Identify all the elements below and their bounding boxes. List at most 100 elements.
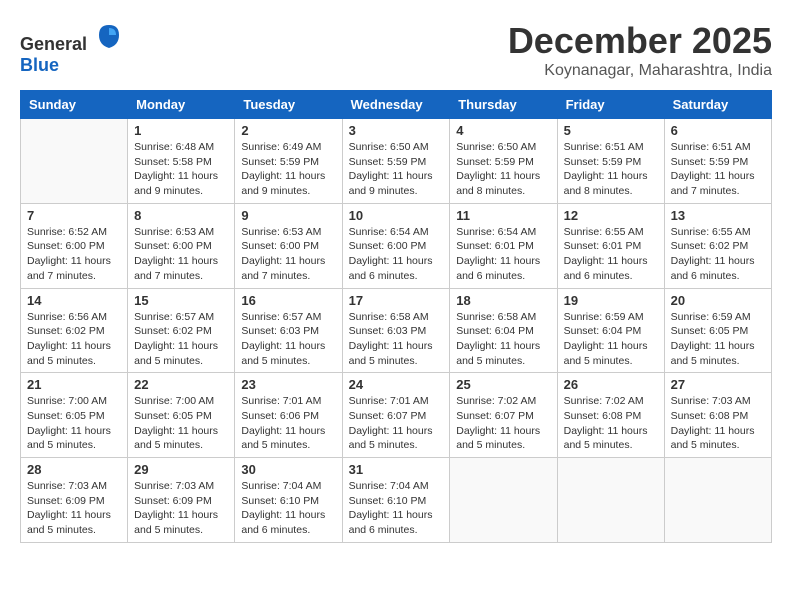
day-info: Sunrise: 7:03 AMSunset: 6:09 PMDaylight:… [134,479,228,538]
day-number: 16 [241,293,335,308]
day-info: Sunrise: 6:54 AMSunset: 6:00 PMDaylight:… [349,225,444,284]
day-number: 27 [671,377,765,392]
logo-general: General [20,34,87,54]
day-number: 23 [241,377,335,392]
day-info: Sunrise: 6:58 AMSunset: 6:03 PMDaylight:… [349,310,444,369]
day-number: 2 [241,123,335,138]
calendar-cell: 13 Sunrise: 6:55 AMSunset: 6:02 PMDayligh… [664,203,771,288]
calendar-cell: 24 Sunrise: 7:01 AMSunset: 6:07 PMDayligh… [342,373,450,458]
day-info: Sunrise: 7:04 AMSunset: 6:10 PMDaylight:… [241,479,335,538]
day-number: 18 [456,293,550,308]
calendar-cell [21,119,128,204]
header-saturday: Saturday [664,91,771,119]
header-wednesday: Wednesday [342,91,450,119]
day-info: Sunrise: 7:00 AMSunset: 6:05 PMDaylight:… [27,394,121,453]
day-number: 6 [671,123,765,138]
calendar-cell: 31 Sunrise: 7:04 AMSunset: 6:10 PMDayligh… [342,458,450,543]
calendar-cell: 3Sunrise: 6:50 AMSunset: 5:59 PMDaylight… [342,119,450,204]
logo-blue: Blue [20,55,59,75]
calendar-cell: 4 Sunrise: 6:50 AMSunset: 5:59 PMDaylight… [450,119,557,204]
day-number: 19 [564,293,658,308]
header-friday: Friday [557,91,664,119]
day-number: 8 [134,208,228,223]
calendar-cell: 20 Sunrise: 6:59 AMSunset: 6:05 PMDayligh… [664,288,771,373]
day-number: 20 [671,293,765,308]
day-number: 10 [349,208,444,223]
day-info: Sunrise: 7:00 AMSunset: 6:05 PMDaylight:… [134,394,228,453]
day-number: 12 [564,208,658,223]
day-info: Sunrise: 6:57 AMSunset: 6:02 PMDaylight:… [134,310,228,369]
day-info: Sunrise: 6:54 AMSunset: 6:01 PMDaylight:… [456,225,550,284]
day-info: Sunrise: 6:55 AMSunset: 6:01 PMDaylight:… [564,225,658,284]
calendar-cell: 17 Sunrise: 6:58 AMSunset: 6:03 PMDayligh… [342,288,450,373]
calendar-cell: 19Sunrise: 6:59 AMSunset: 6:04 PMDayligh… [557,288,664,373]
calendar-cell: 26Sunrise: 7:02 AMSunset: 6:08 PMDayligh… [557,373,664,458]
header-thursday: Thursday [450,91,557,119]
calendar: SundayMondayTuesdayWednesdayThursdayFrid… [20,90,772,543]
calendar-week-3: 21 Sunrise: 7:00 AMSunset: 6:05 PMDayligh… [21,373,772,458]
location-title: Koynanagar, Maharashtra, India [508,62,772,80]
day-number: 17 [349,293,444,308]
calendar-cell: 29 Sunrise: 7:03 AMSunset: 6:09 PMDayligh… [128,458,235,543]
day-number: 31 [349,462,444,477]
title-area: December 2025 Koynanagar, Maharashtra, I… [508,20,772,80]
calendar-week-0: 1Sunrise: 6:48 AMSunset: 5:58 PMDaylight… [21,119,772,204]
day-info: Sunrise: 7:02 AMSunset: 6:08 PMDaylight:… [564,394,658,453]
calendar-cell: 30 Sunrise: 7:04 AMSunset: 6:10 PMDayligh… [235,458,342,543]
calendar-cell: 14 Sunrise: 6:56 AMSunset: 6:02 PMDayligh… [21,288,128,373]
header-monday: Monday [128,91,235,119]
day-info: Sunrise: 6:53 AMSunset: 6:00 PMDaylight:… [241,225,335,284]
calendar-cell: 27 Sunrise: 7:03 AMSunset: 6:08 PMDayligh… [664,373,771,458]
calendar-cell: 28Sunrise: 7:03 AMSunset: 6:09 PMDayligh… [21,458,128,543]
day-info: Sunrise: 6:48 AMSunset: 5:58 PMDaylight:… [134,140,228,199]
day-number: 22 [134,377,228,392]
calendar-cell: 5Sunrise: 6:51 AMSunset: 5:59 PMDaylight… [557,119,664,204]
day-number: 28 [27,462,121,477]
day-number: 9 [241,208,335,223]
day-info: Sunrise: 6:55 AMSunset: 6:02 PMDaylight:… [671,225,765,284]
calendar-cell: 8 Sunrise: 6:53 AMSunset: 6:00 PMDaylight… [128,203,235,288]
calendar-cell: 16 Sunrise: 6:57 AMSunset: 6:03 PMDayligh… [235,288,342,373]
day-info: Sunrise: 6:50 AMSunset: 5:59 PMDaylight:… [456,140,550,199]
day-info: Sunrise: 7:03 AMSunset: 6:08 PMDaylight:… [671,394,765,453]
day-info: Sunrise: 6:56 AMSunset: 6:02 PMDaylight:… [27,310,121,369]
day-number: 25 [456,377,550,392]
day-number: 21 [27,377,121,392]
day-info: Sunrise: 6:59 AMSunset: 6:05 PMDaylight:… [671,310,765,369]
header: General Blue December 2025 Koynanagar, M… [20,20,772,80]
calendar-cell: 21 Sunrise: 7:00 AMSunset: 6:05 PMDayligh… [21,373,128,458]
day-info: Sunrise: 7:02 AMSunset: 6:07 PMDaylight:… [456,394,550,453]
day-number: 11 [456,208,550,223]
day-number: 5 [564,123,658,138]
day-info: Sunrise: 7:04 AMSunset: 6:10 PMDaylight:… [349,479,444,538]
calendar-cell: 22 Sunrise: 7:00 AMSunset: 6:05 PMDayligh… [128,373,235,458]
day-info: Sunrise: 7:01 AMSunset: 6:07 PMDaylight:… [349,394,444,453]
calendar-cell: 11 Sunrise: 6:54 AMSunset: 6:01 PMDayligh… [450,203,557,288]
logo-icon [94,20,124,50]
day-number: 4 [456,123,550,138]
day-number: 14 [27,293,121,308]
calendar-header-row: SundayMondayTuesdayWednesdayThursdayFrid… [21,91,772,119]
calendar-week-1: 7 Sunrise: 6:52 AMSunset: 6:00 PMDaylight… [21,203,772,288]
day-number: 13 [671,208,765,223]
header-sunday: Sunday [21,91,128,119]
day-info: Sunrise: 6:53 AMSunset: 6:00 PMDaylight:… [134,225,228,284]
day-number: 29 [134,462,228,477]
calendar-week-4: 28 Sunrise: 7:03 AMSunset: 6:09 PMDayligh… [21,458,772,543]
day-number: 3 [349,123,444,138]
day-number: 30 [241,462,335,477]
day-number: 15 [134,293,228,308]
calendar-cell: 6Sunrise: 6:51 AMSunset: 5:59 PMDaylight… [664,119,771,204]
day-info: Sunrise: 6:52 AMSunset: 6:00 PMDaylight:… [27,225,121,284]
calendar-cell: 12 Sunrise: 6:55 AMSunset: 6:01 PMDayligh… [557,203,664,288]
calendar-cell: 18Sunrise: 6:58 AMSunset: 6:04 PMDayligh… [450,288,557,373]
calendar-cell: 1Sunrise: 6:48 AMSunset: 5:58 PMDaylight… [128,119,235,204]
day-number: 7 [27,208,121,223]
calendar-cell: 2Sunrise: 6:49 AMSunset: 5:59 PMDaylight… [235,119,342,204]
day-number: 24 [349,377,444,392]
calendar-cell: 9 Sunrise: 6:53 AMSunset: 6:00 PMDaylight… [235,203,342,288]
day-info: Sunrise: 6:57 AMSunset: 6:03 PMDaylight:… [241,310,335,369]
header-tuesday: Tuesday [235,91,342,119]
calendar-cell: 10 Sunrise: 6:54 AMSunset: 6:00 PMDayligh… [342,203,450,288]
calendar-cell: 23Sunrise: 7:01 AMSunset: 6:06 PMDayligh… [235,373,342,458]
